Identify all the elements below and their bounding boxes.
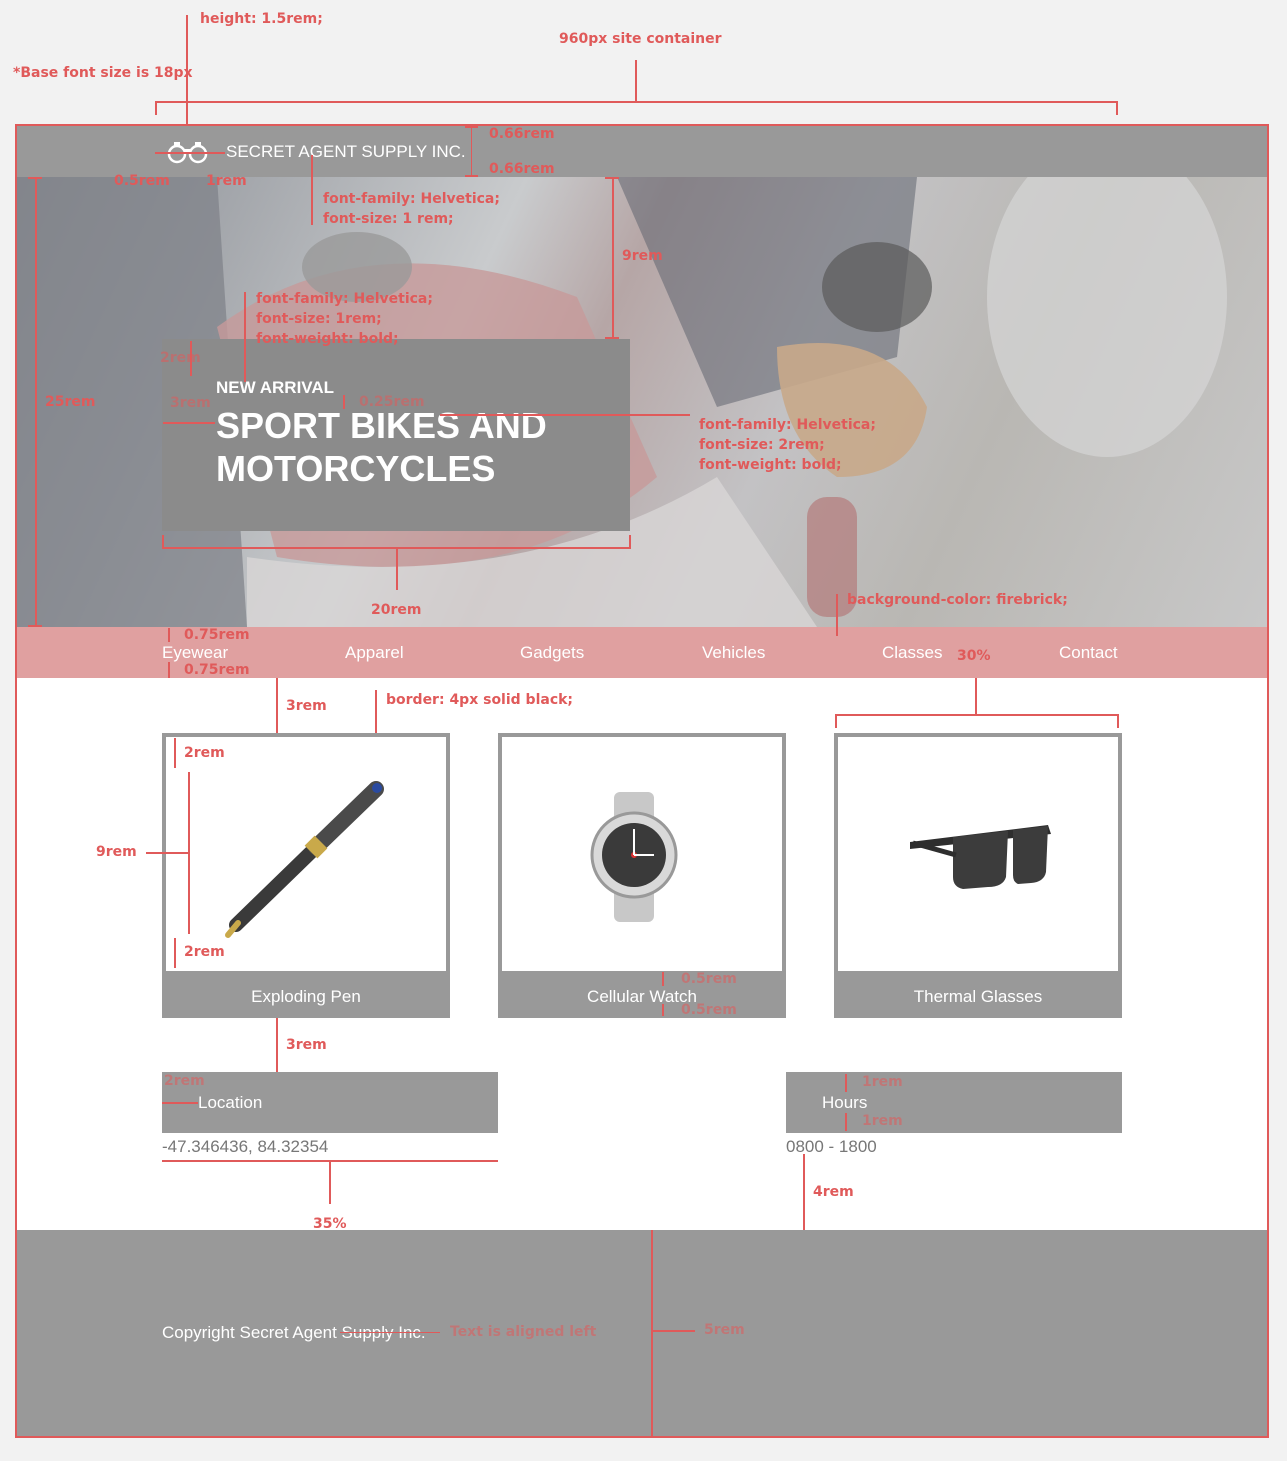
hero-headline: SPORT BIKES AND MOTORCYCLES: [216, 405, 547, 489]
product-image: [838, 737, 1118, 971]
annotation-info-pad-left: 2rem: [164, 1073, 205, 1089]
annotation-container: 960px site container: [559, 31, 722, 47]
annotation-logo-left: 0.5rem: [114, 173, 170, 189]
annotation-eyebrow-font: font-family: Helvetica;: [256, 291, 433, 307]
product-name: Thermal Glasses: [913, 987, 1043, 1006]
annotation-info-top: 3rem: [286, 1037, 327, 1053]
annotation-nav-pad-top: 0.75rem: [184, 627, 250, 643]
annotation-nav-bg: background-color: firebrick;: [847, 592, 1068, 608]
annotation-hours-pad-top: 1rem: [862, 1074, 903, 1090]
location-title: Location: [198, 1093, 263, 1112]
annotation-headline-font: font-family: Helvetica;: [699, 417, 876, 433]
annotation-footer-note: Text is aligned left: [450, 1324, 597, 1340]
annotation-label-pad-top: 0.5rem: [681, 971, 737, 987]
annotation-cards-top: 3rem: [286, 698, 327, 714]
product-card[interactable]: Cellular Watch: [498, 733, 786, 1018]
annotation-title-size: font-size: 1 rem;: [323, 211, 454, 227]
product-card[interactable]: Thermal Glasses: [834, 733, 1122, 1018]
annotation-info-width: 35%: [313, 1216, 347, 1232]
annotation-base-font: *Base font size is 18px: [13, 65, 193, 81]
annotation-nav-pad-bottom: 0.75rem: [184, 662, 250, 678]
annotation-eyebrow-weight: font-weight: bold;: [256, 331, 399, 347]
nav-item-gadgets[interactable]: Gadgets: [520, 643, 584, 663]
product-image: [502, 737, 782, 971]
watch-icon: [590, 792, 678, 922]
nav-item-contact[interactable]: Contact: [1059, 643, 1118, 663]
annotation-eyebrow-gap: 0.25rem: [359, 394, 425, 410]
annotation-headline-size: font-size: 2rem;: [699, 437, 825, 453]
annotation-box-width: 20rem: [371, 602, 422, 618]
hours-title: Hours: [822, 1093, 868, 1112]
hero-eyebrow: NEW ARRIVAL: [216, 378, 335, 397]
annotation-img-pad-bottom: 2rem: [184, 944, 225, 960]
annotation-hero-height: 25rem: [45, 394, 96, 410]
annotation-label-pad-bottom: 0.5rem: [681, 1002, 737, 1018]
annotation-hours-pad-bottom: 1rem: [862, 1113, 903, 1129]
annotation-card-border: border: 4px solid black;: [386, 692, 574, 708]
annotation-height: height: 1.5rem;: [200, 11, 323, 27]
nav-item-apparel[interactable]: Apparel: [345, 643, 404, 663]
copyright-text: Copyright Secret Agent Supply Inc.: [162, 1323, 426, 1342]
annotation-eyebrow-size: font-size: 1rem;: [256, 311, 382, 327]
annotation-card-width: 30%: [957, 648, 991, 664]
site-title[interactable]: SECRET AGENT SUPPLY INC.: [226, 142, 466, 162]
annotation-img-height: 9rem: [96, 844, 137, 860]
annotation-img-pad-top: 2rem: [184, 745, 225, 761]
annotation-footer-pad: 5rem: [704, 1322, 745, 1338]
annotation-hero-top: 9rem: [622, 248, 663, 264]
nav-item-classes[interactable]: Classes: [882, 643, 942, 663]
annotation-footer-gap: 4rem: [813, 1184, 854, 1200]
hours-value: 0800 - 1800: [786, 1137, 877, 1156]
nav-item-vehicles[interactable]: Vehicles: [702, 643, 765, 663]
pen-icon: [225, 781, 384, 938]
location-value: -47.346436, 84.32354: [162, 1137, 329, 1156]
product-card[interactable]: Exploding Pen: [162, 733, 450, 1018]
annotation-box-pad-top: 2rem: [160, 350, 201, 366]
annotation-headline-weight: font-weight: bold;: [699, 457, 842, 473]
annotation-logo-gap: 1rem: [206, 173, 247, 189]
glasses-icon: [910, 825, 1051, 889]
product-name: Cellular Watch: [587, 987, 697, 1006]
annotation-pad-top: 0.66rem: [489, 126, 555, 142]
annotation-title-font: font-family: Helvetica;: [323, 191, 500, 207]
annotation-box-pad-left: 3rem: [170, 395, 211, 411]
product-name: Exploding Pen: [251, 987, 361, 1006]
annotation-pad-bottom: 0.66rem: [489, 161, 555, 177]
product-image: [166, 737, 446, 971]
